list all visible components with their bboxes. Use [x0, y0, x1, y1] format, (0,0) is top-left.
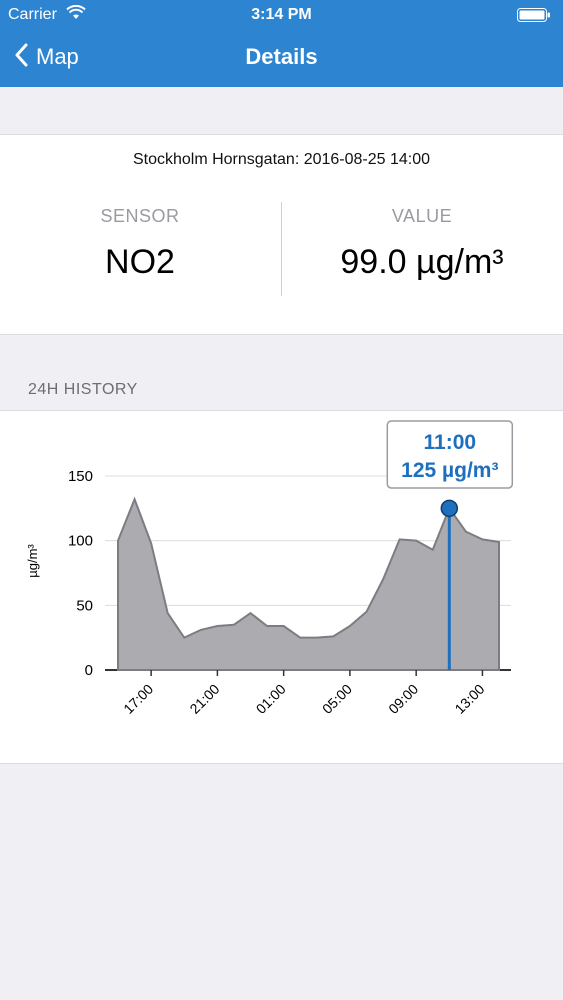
x-tick-label: 13:00: [451, 681, 487, 717]
value-value: 99.0 µg/m³: [340, 243, 504, 281]
history-chart-card: 0 50 100 150 17:00 21:00 01:00 05:00 09:00 13:00…: [0, 410, 563, 764]
sensor-label: SENSOR: [100, 206, 180, 226]
battery-icon: [517, 8, 551, 22]
y-tick-label: 0: [85, 662, 93, 679]
measurement-card: Stockholm Hornsgatan: 2016-08-25 14:00 S…: [0, 134, 563, 335]
value-label: VALUE: [391, 206, 453, 226]
highlight-callout: 11:00 125 µg/m³: [386, 420, 514, 489]
x-tick-label: 17:00: [120, 681, 156, 717]
clock: 3:14 PM: [251, 6, 312, 23]
history-area: [117, 496, 500, 671]
highlight-time: 11:00: [424, 431, 477, 454]
page-title: Details: [245, 44, 318, 69]
x-tick-label: 05:00: [319, 681, 355, 717]
x-tick-label: 21:00: [186, 681, 222, 717]
y-tick-label: 50: [76, 597, 93, 614]
navigation-bar: Carrier 3:14 PM Map Details: [0, 0, 563, 87]
x-tick-label: 09:00: [385, 681, 421, 717]
x-tick-label: 01:00: [253, 681, 289, 717]
station-title: Stockholm Hornsgatan: 2016-08-25 14:00: [132, 151, 431, 168]
y-axis-label: µg/m³: [25, 544, 40, 578]
status-bar: Carrier 3:14 PM: [0, 0, 563, 30]
highlight-marker[interactable]: [440, 499, 459, 518]
y-tick-label: 100: [68, 533, 93, 550]
history-chart[interactable]: 0 50 100 150 17:00 21:00 01:00 05:00 09:00 13:00…: [0, 411, 563, 763]
highlight-value: 125 µg/m³: [401, 459, 498, 482]
sensor-value: NO2: [105, 243, 175, 281]
y-tick-label: 150: [68, 468, 93, 485]
history-section-title: 24H HISTORY: [28, 381, 138, 398]
